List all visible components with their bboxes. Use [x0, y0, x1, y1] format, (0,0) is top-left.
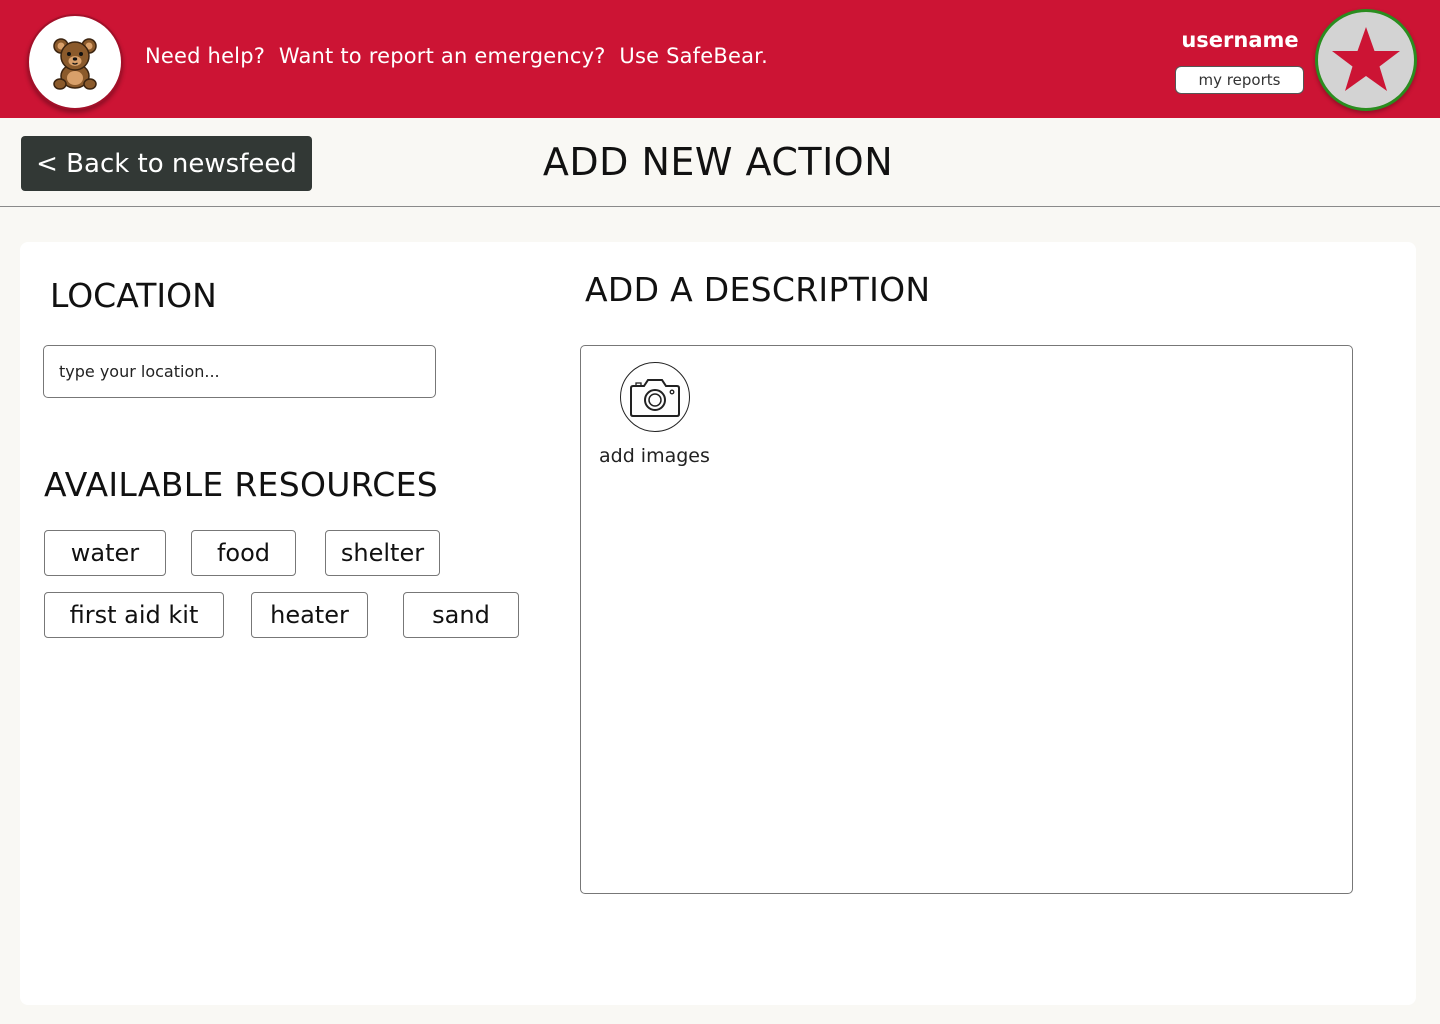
camera-icon — [630, 379, 680, 417]
resource-chip-sand[interactable]: sand — [403, 592, 519, 638]
safebear-logo[interactable] — [27, 14, 123, 110]
my-reports-button[interactable]: my reports — [1175, 66, 1304, 94]
header-divider — [0, 206, 1440, 207]
teddy-bear-icon — [53, 38, 97, 90]
add-images-button[interactable] — [620, 362, 690, 432]
user-avatar[interactable] — [1315, 9, 1417, 111]
page-title: ADD NEW ACTION — [542, 140, 894, 184]
location-input[interactable] — [43, 345, 436, 398]
description-heading: ADD A DESCRIPTION — [585, 270, 931, 309]
resource-chip-first-aid-kit[interactable]: first aid kit — [44, 592, 224, 638]
resource-chip-water[interactable]: water — [44, 530, 166, 576]
resources-heading: AVAILABLE RESOURCES — [44, 465, 438, 504]
description-textarea[interactable] — [580, 345, 1353, 894]
app-header: Need help? Want to report an emergency? … — [0, 0, 1440, 118]
resource-chip-food[interactable]: food — [191, 530, 296, 576]
location-heading: LOCATION — [50, 276, 217, 315]
header-tagline: Need help? Want to report an emergency? … — [145, 44, 768, 68]
add-images-label: add images — [599, 445, 710, 467]
resource-chip-shelter[interactable]: shelter — [325, 530, 440, 576]
star-icon — [1332, 27, 1400, 91]
username-label: username — [1181, 28, 1299, 52]
resource-chip-heater[interactable]: heater — [251, 592, 368, 638]
